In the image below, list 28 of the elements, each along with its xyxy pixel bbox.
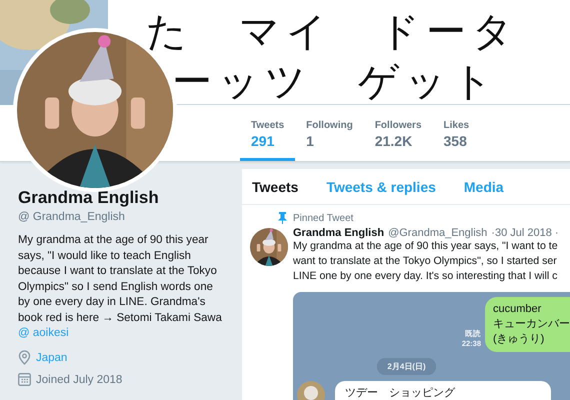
stat-tab[interactable]: Following 1 (295, 105, 364, 161)
author-handle: @Grandma_English (388, 227, 488, 239)
profile-name: Grandma English (18, 188, 160, 208)
stat-tab[interactable]: Tweets 291 (240, 105, 296, 161)
pin-icon (278, 212, 287, 224)
stat-tab[interactable]: Followers 21.2K (364, 105, 433, 161)
timeline-tab[interactable]: Tweets (252, 178, 298, 194)
timeline-tab[interactable]: Media (464, 178, 504, 194)
banner-text: ーッツ ゲット (172, 59, 500, 106)
author-name[interactable]: Grandma English (293, 227, 384, 239)
timeline-tab[interactable]: Tweets & replies (326, 178, 436, 194)
received-message: ツデー ショッピング (335, 381, 551, 400)
joined-date: Joined July 2018 (36, 374, 122, 386)
tweet-text: My grandma at the age of 90 this year says, "I want to te (293, 239, 559, 254)
pinned-label: Pinned Tweet (293, 212, 354, 224)
calendar-icon (18, 373, 31, 386)
date-label: 2月4日(日) (377, 358, 436, 375)
tweet-date[interactable]: ·30 Jul 2018 · (491, 227, 559, 239)
location-pin-icon (18, 350, 31, 365)
profile-handle: @ Grandma_English (18, 211, 126, 223)
stat-tab[interactable]: Likes 358 (432, 105, 488, 161)
profile-bio: My grandma at the age of 90 this year says, "I would like to teach English because I want to translate at the Tokyo Olympics" so I send English words one by one every day in LINE. Grandma's book red is here → Setomi Takami Sawa (18, 233, 223, 326)
sent-message: cucumber キューカンバー (きゅうり) (485, 297, 570, 352)
mention-link[interactable]: @ aoikesi (18, 326, 240, 341)
location-link[interactable]: Japan (36, 352, 68, 364)
tweet-text: want to translate at the Tokyo Olympics", so I started ser (293, 254, 558, 269)
tweet-text: LINE one by one every day. It's so interesting that I will c (293, 269, 558, 284)
banner-text: た マイ ドータ (146, 9, 519, 56)
